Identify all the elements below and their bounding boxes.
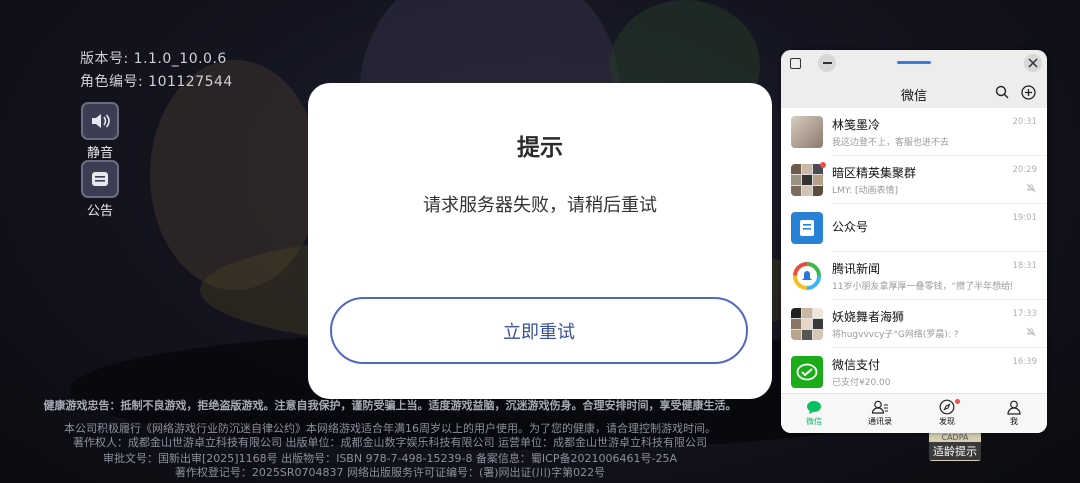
tab-label: 我 <box>1010 417 1018 426</box>
age-rating-badge: CADPA 适龄提示 <box>929 431 981 461</box>
chat-time: 19:01 <box>1012 213 1038 223</box>
chat-time: 16:39 <box>1012 357 1038 367</box>
dialog-title: 提示 <box>517 135 563 161</box>
minimize-icon <box>822 62 832 64</box>
tab-contacts[interactable]: 通讯录 <box>850 398 910 427</box>
retry-button[interactable]: 立即重试 <box>330 297 748 364</box>
chat-preview: 11岁小朋友拿厚厚一叠零钱，“攒了半年想给妈妈买… <box>832 282 1012 292</box>
tab-chats[interactable]: 微信 <box>784 398 844 427</box>
chat-row-group[interactable]: 暗区精英集聚群 LMY: [动画表情] 20:29 <box>781 156 1047 204</box>
restore-window-button[interactable] <box>786 54 804 72</box>
person-icon <box>1007 400 1021 415</box>
chat-row-tencent-news[interactable]: 腾讯新闻 11岁小朋友拿厚厚一叠零钱，“攒了半年想给妈妈买… 18:31 <box>781 252 1047 300</box>
close-icon <box>1028 58 1038 68</box>
chat-preview: 将hugvvvcy子°G网络(罗晨): ? <box>832 330 959 340</box>
minimize-button[interactable] <box>818 54 836 72</box>
mute-button[interactable]: 静音 <box>81 102 119 161</box>
chat-bubble-icon <box>807 401 821 414</box>
footer-line-2: 著作权人：成都金山世游卓立科技有限公司 出版单位：成都金山数字娱乐科技有限公司 … <box>73 436 707 449</box>
chat-name: 微信支付 <box>832 358 881 372</box>
notification-dot <box>955 399 960 404</box>
chat-row-official-accounts[interactable]: 公众号 19:01 <box>781 204 1047 252</box>
chat-preview: 我这边登不上，客服也进不去 <box>832 138 950 148</box>
chat-name: 暗区精英集聚群 <box>832 166 917 180</box>
wechat-window: 微信 林笺墨冷 我这边登不上，客服也进不去 20:31 暗区精英集聚群 LMY:… <box>781 50 1047 433</box>
chat-time: 20:31 <box>1012 117 1038 127</box>
chat-time: 20:29 <box>1012 165 1038 175</box>
official-accounts-icon <box>791 212 823 244</box>
tab-label: 微信 <box>806 417 822 426</box>
notice-button[interactable]: 公告 <box>81 160 119 219</box>
tab-discover[interactable]: 发现 <box>917 398 977 427</box>
age-hint-label: 适龄提示 <box>929 442 981 460</box>
wechat-pay-icon <box>791 356 823 388</box>
chat-name: 林笺墨冷 <box>832 118 881 132</box>
compass-icon <box>939 399 955 415</box>
mute-label: 静音 <box>86 146 113 161</box>
chat-row-wechat-pay[interactable]: 微信支付 已支付¥20.00 16:39 <box>781 348 1047 396</box>
chat-preview: LMY: [动画表情] <box>832 186 898 196</box>
wechat-tab-bar: 微信 通讯录 发现 我 <box>781 393 1047 433</box>
notice-label: 公告 <box>86 204 113 219</box>
close-window-button[interactable] <box>1024 54 1042 72</box>
mute-bell-icon <box>1026 327 1036 337</box>
dialog-message: 请求服务器失败，请稍后重试 <box>423 195 657 216</box>
unread-dot <box>820 162 826 168</box>
tab-label: 通讯录 <box>868 417 892 426</box>
speaker-icon <box>81 102 119 140</box>
tencent-news-icon <box>791 260 823 292</box>
chat-name: 妖娆舞者海狮 <box>832 310 905 324</box>
wechat-title-bar: 微信 <box>781 50 1047 108</box>
add-icon[interactable] <box>1021 85 1036 100</box>
group-avatar <box>791 308 823 340</box>
mute-bell-icon <box>1026 183 1036 193</box>
error-dialog: 提示 请求服务器失败，请稍后重试 立即重试 <box>308 83 772 399</box>
chat-preview: 已支付¥20.00 <box>832 378 891 388</box>
health-warning: 健康游戏忠告：抵制不良游戏，拒绝盗版游戏。注意自我保护，谨防受骗上当。适度游戏益… <box>43 399 737 412</box>
chat-row-group-2[interactable]: 妖娆舞者海狮 将hugvvvcy子°G网络(罗晨): ? 17:33 <box>781 300 1047 348</box>
chat-name: 公众号 <box>832 220 869 234</box>
version-label: 版本号: 1.1.0_10.0.6 <box>80 51 227 67</box>
footer-line-4: 著作权登记号：2025SR0704837 网络出版服务许可证编号：(署)网出证(… <box>174 466 606 479</box>
search-icon[interactable] <box>995 85 1009 99</box>
group-avatar <box>791 164 823 196</box>
contacts-icon <box>871 400 888 414</box>
tab-label: 发现 <box>939 417 955 426</box>
avatar <box>791 116 823 148</box>
window-drag-handle[interactable] <box>897 61 931 64</box>
chat-name: 腾讯新闻 <box>832 262 881 276</box>
chat-time: 17:33 <box>1012 309 1038 319</box>
chat-row-linjianmoleng[interactable]: 林笺墨冷 我这边登不上，客服也进不去 20:31 <box>781 108 1047 156</box>
tab-me[interactable]: 我 <box>984 398 1044 427</box>
notice-icon <box>81 160 119 198</box>
restore-icon <box>789 57 801 69</box>
role-id-label: 角色编号: 101127544 <box>80 74 233 90</box>
chat-time: 18:31 <box>1012 261 1038 271</box>
